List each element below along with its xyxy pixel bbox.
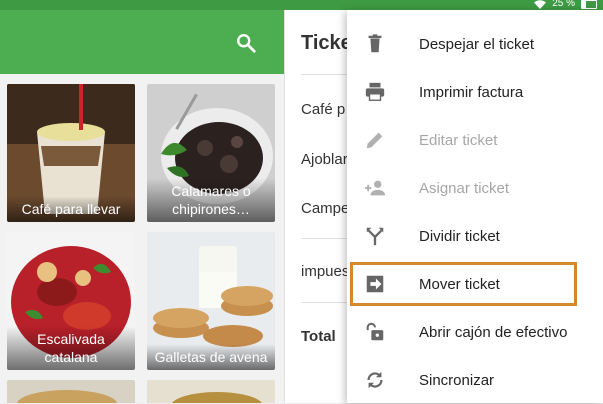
ticket-line-item[interactable]: Ajoblar (301, 151, 348, 168)
ticket-line-item[interactable]: Café p (301, 101, 345, 118)
products-toolbar (0, 10, 284, 74)
status-icons: 25 % (534, 0, 597, 9)
menu-item-label: Despejar el ticket (419, 35, 535, 53)
menu-item-label: Abrir cajón de efectivo (419, 323, 568, 341)
product-name: Calamares o chipirones… (147, 178, 275, 222)
product-tile-escalivada[interactable]: Escalivada catalana (7, 232, 135, 370)
ticket-total-label: Total (301, 328, 336, 345)
menu-item-label: Dividir ticket (419, 227, 500, 245)
menu-item-label: Asignar ticket (419, 179, 510, 197)
menu-item-sync[interactable]: Sincronizar (347, 356, 603, 404)
battery-percentage: 25 % (552, 0, 575, 9)
menu-item-open-cash-drawer[interactable]: Abrir cajón de efectivo (347, 308, 603, 356)
menu-item-edit-ticket[interactable]: Editar ticket (347, 116, 603, 164)
battery-icon (581, 0, 597, 9)
menu-item-label: Editar ticket (419, 131, 498, 149)
product-tile-galletas[interactable]: Galletas de avena (147, 232, 275, 370)
person-add-icon (364, 180, 386, 196)
pencil-icon (366, 132, 383, 149)
product-image (7, 380, 135, 403)
menu-item-label: Mover ticket (419, 275, 500, 293)
menu-item-clear-ticket[interactable]: Despejar el ticket (347, 20, 603, 68)
ticket-line-item[interactable]: Campe (301, 200, 349, 217)
move-icon (366, 275, 384, 293)
product-tile-cafe[interactable]: Café para llevar (7, 84, 135, 222)
product-tile-calamares[interactable]: Calamares o chipirones… (147, 84, 275, 222)
menu-item-label: Imprimir factura (419, 83, 524, 101)
product-name: Galletas de avena (147, 344, 275, 370)
menu-item-print-invoice[interactable]: Imprimir factura (347, 68, 603, 116)
menu-item-split-ticket[interactable]: Dividir ticket (347, 212, 603, 260)
product-tile-partial[interactable] (7, 380, 135, 403)
menu-item-label: Sincronizar (419, 371, 495, 389)
wifi-icon (534, 0, 547, 9)
sync-icon (367, 371, 383, 389)
search-button[interactable] (235, 32, 257, 54)
ticket-options-menu: Despejar el ticket Imprimir factura Edit… (347, 10, 603, 403)
product-name: Escalivada catalana (7, 326, 135, 370)
search-icon (237, 34, 256, 53)
status-bar: 25 % (0, 0, 603, 10)
unlock-icon (366, 322, 384, 341)
print-icon (365, 82, 385, 101)
product-image (147, 380, 275, 403)
menu-item-move-ticket[interactable]: Mover ticket (347, 260, 603, 308)
ticket-tax: impues (301, 263, 350, 280)
split-icon (366, 227, 384, 246)
product-name: Café para llevar (7, 196, 135, 222)
menu-item-assign-ticket[interactable]: Asignar ticket (347, 164, 603, 212)
trash-icon (368, 34, 382, 53)
product-tile-partial[interactable] (147, 380, 275, 403)
product-grid: Café para llevar Calamares o chipirones… (0, 74, 284, 403)
ticket-title: Ticke (301, 32, 352, 54)
